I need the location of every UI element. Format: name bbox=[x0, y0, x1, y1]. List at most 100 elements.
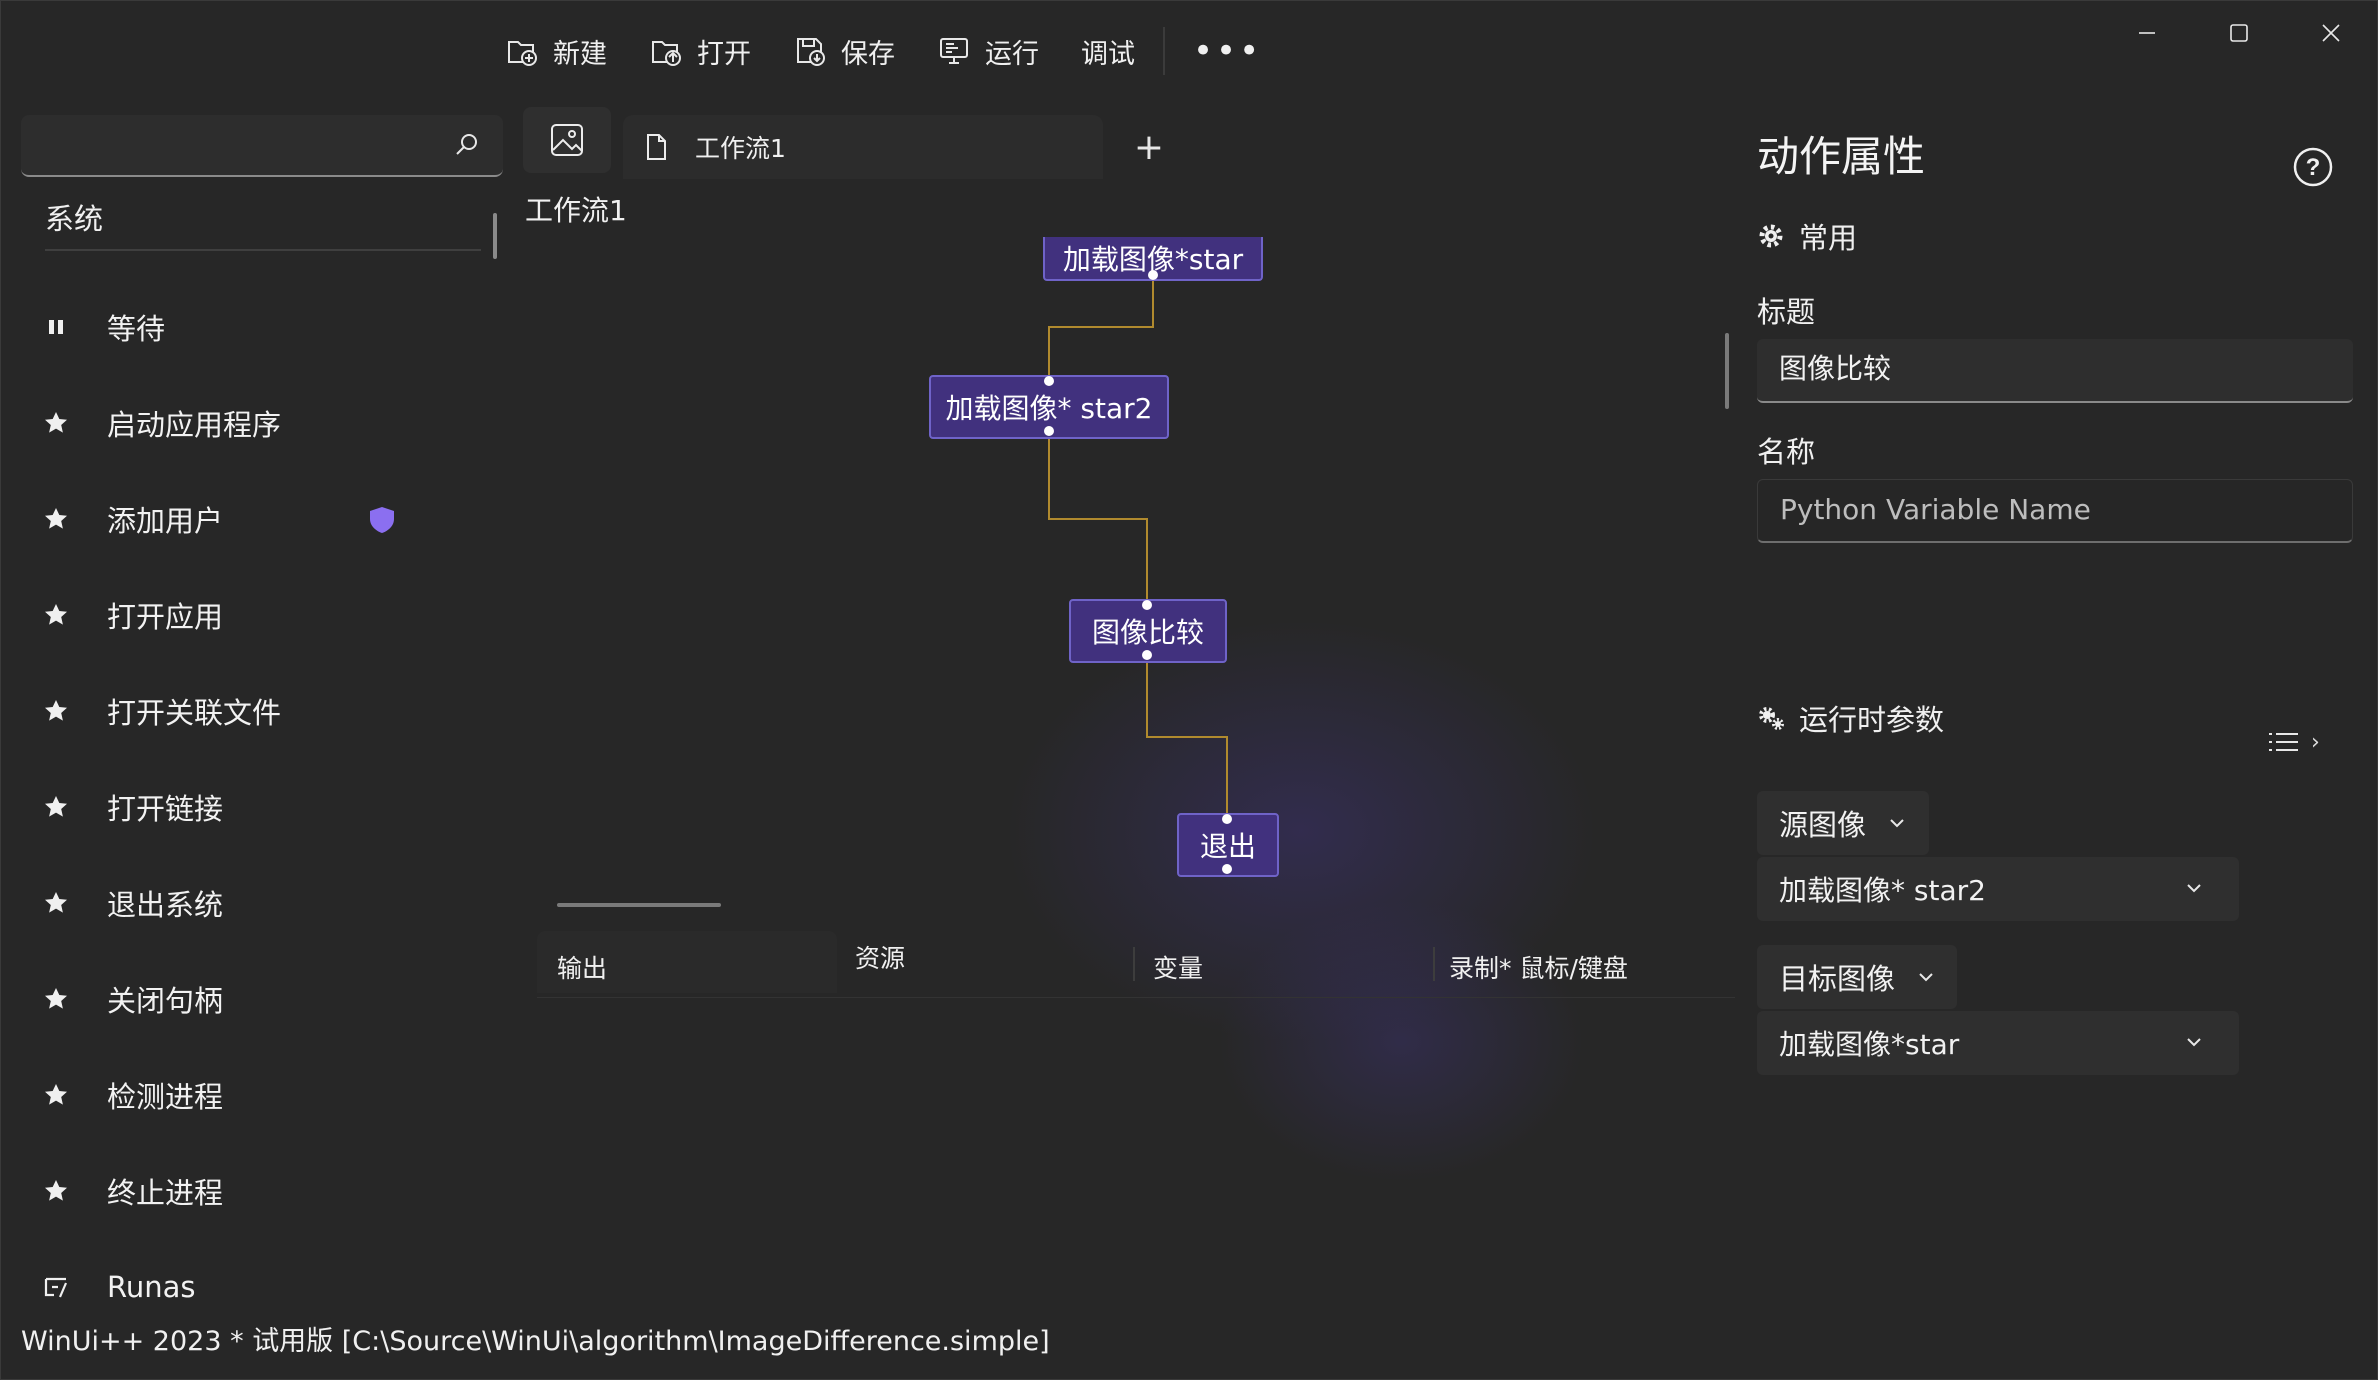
sidebar-item-label: 等待 bbox=[107, 312, 166, 346]
star-icon bbox=[39, 886, 73, 920]
tab-resources[interactable]: 资源 bbox=[837, 931, 1133, 993]
open-button[interactable]: 打开 bbox=[635, 23, 765, 79]
image-icon bbox=[551, 124, 583, 156]
shield-icon bbox=[370, 507, 394, 533]
name-input[interactable]: Python Variable Name bbox=[1757, 479, 2353, 543]
workflow-title: 工作流1 bbox=[525, 194, 627, 227]
list-icon bbox=[2269, 733, 2298, 751]
sidebar-item-open-app[interactable]: 打开应用 bbox=[1, 567, 501, 663]
open-folder-icon bbox=[652, 41, 681, 66]
star-icon bbox=[39, 982, 73, 1016]
maximize-button[interactable] bbox=[2193, 1, 2285, 65]
chevron-down-icon bbox=[2187, 1038, 2201, 1047]
new-file-icon bbox=[508, 41, 537, 66]
sidebar-item-open-link[interactable]: 打开链接 bbox=[1, 759, 501, 855]
sidebar-scrollbar[interactable] bbox=[493, 213, 497, 259]
node-port bbox=[1044, 426, 1054, 436]
pause-icon bbox=[39, 310, 73, 344]
sidebar-item-label: 打开关联文件 bbox=[107, 696, 282, 730]
common-section-header: 常用 bbox=[1757, 215, 1857, 257]
minimize-icon bbox=[2139, 32, 2155, 34]
search-input[interactable] bbox=[21, 115, 503, 177]
document-icon bbox=[647, 134, 666, 160]
source-image-parameter-select[interactable]: 源图像 bbox=[1757, 791, 1929, 855]
target-image-value: 加载图像*star bbox=[1779, 1028, 1960, 1061]
sidebar-item-add-user[interactable]: 添加用户 bbox=[1, 471, 501, 567]
save-button[interactable]: 保存 bbox=[779, 23, 909, 79]
tab-output[interactable]: 输出 bbox=[537, 931, 837, 993]
sidebar-item-launch-app[interactable]: 启动应用程序 bbox=[1, 375, 501, 471]
sidebar-item-label: 终止进程 bbox=[107, 1176, 224, 1210]
tab-record-mouse-keyboard[interactable]: 录制* 鼠标/键盘 bbox=[1435, 931, 1731, 993]
new-button[interactable]: 新建 bbox=[491, 23, 621, 79]
sidebar-item-label: 关闭句柄 bbox=[107, 984, 224, 1018]
sidebar-item-label: 启动应用程序 bbox=[107, 408, 282, 442]
tab-label: 录制* 鼠标/键盘 bbox=[1449, 954, 1628, 983]
node-port bbox=[1148, 270, 1158, 280]
tab-label: 变量 bbox=[1153, 954, 1204, 983]
star-icon bbox=[39, 694, 73, 728]
target-image-label: 目标图像 bbox=[1779, 962, 1896, 996]
parameter-list-toggle[interactable]: › bbox=[2267, 727, 2327, 757]
chevron-down-icon bbox=[2187, 884, 2201, 893]
source-image-value: 加载图像* star2 bbox=[1779, 874, 1986, 907]
gears-icon bbox=[1759, 707, 1784, 730]
bottom-tabs: 输出 资源 变量 录制* 鼠标/键盘 bbox=[537, 931, 1735, 998]
more-button[interactable]: ••• bbox=[1179, 31, 1276, 71]
node-port bbox=[1222, 864, 1232, 874]
debug-button[interactable]: 调试 bbox=[1067, 23, 1149, 79]
save-icon bbox=[797, 38, 825, 66]
target-image-select[interactable]: 加载图像*star bbox=[1757, 1011, 2239, 1075]
node-port bbox=[1044, 376, 1054, 386]
sidebar-item-label: 打开链接 bbox=[107, 792, 224, 826]
category-header[interactable]: 系统 bbox=[45, 197, 481, 251]
sidebar-item-close-handle[interactable]: 关闭句柄 bbox=[1, 951, 501, 1047]
gear-icon bbox=[1759, 224, 1783, 248]
sidebar-item-kill-process[interactable]: 终止进程 bbox=[1, 1143, 501, 1239]
star-icon bbox=[39, 790, 73, 824]
sidebar-item-wait[interactable]: 等待 bbox=[1, 279, 501, 375]
name-label: 名称 bbox=[1757, 435, 1816, 469]
debug-label: 调试 bbox=[1081, 38, 1135, 70]
new-label: 新建 bbox=[553, 38, 607, 70]
tab-label: 资源 bbox=[855, 944, 906, 973]
add-tab-button[interactable]: + bbox=[1127, 123, 1171, 173]
tab-variables[interactable]: 变量 bbox=[1135, 931, 1431, 993]
source-image-select[interactable]: 加载图像* star2 bbox=[1757, 857, 2239, 921]
sidebar-item-label: Runas bbox=[107, 1270, 196, 1304]
workflow-canvas[interactable]: 加载图像*star 加载图像* star2 图像比较 退出 bbox=[521, 231, 1737, 891]
target-image-parameter-select[interactable]: 目标图像 bbox=[1757, 945, 1957, 1009]
close-button[interactable] bbox=[2285, 1, 2377, 65]
title-label: 标题 bbox=[1757, 295, 1816, 329]
title-input[interactable]: 图像比较 bbox=[1757, 339, 2353, 403]
node-port bbox=[1142, 650, 1152, 660]
sidebar-item-exit-system[interactable]: 退出系统 bbox=[1, 855, 501, 951]
properties-title: 动作属性 bbox=[1757, 132, 1926, 181]
sidebar-item-open-associated-file[interactable]: 打开关联文件 bbox=[1, 663, 501, 759]
minimize-button[interactable] bbox=[2101, 1, 2193, 65]
image-tab-button[interactable] bbox=[523, 107, 611, 173]
status-bar: WinUi++ 2023 * 试用版 [C:\Source\WinUi\algo… bbox=[21, 1326, 1050, 1357]
node-port bbox=[1222, 814, 1232, 824]
star-icon bbox=[39, 406, 73, 440]
action-list: 等待 启动应用程序 添加用户 打开应用 打开关联文件 打开链接 退出系统 关闭句… bbox=[1, 279, 501, 1335]
canvas-vertical-scrollbar[interactable] bbox=[1725, 333, 1729, 409]
help-icon[interactable]: ? bbox=[2291, 145, 2335, 189]
runtime-section-header: 运行时参数 bbox=[1757, 697, 1944, 739]
node-port bbox=[1142, 600, 1152, 610]
save-label: 保存 bbox=[841, 38, 895, 70]
tab-label: 输出 bbox=[557, 954, 608, 983]
svg-text:?: ? bbox=[2306, 154, 2321, 181]
star-icon bbox=[39, 598, 73, 632]
tab-label: 工作流1 bbox=[695, 134, 786, 163]
sidebar-item-label: 检测进程 bbox=[107, 1080, 224, 1114]
search-icon bbox=[456, 134, 477, 155]
section-label: 常用 bbox=[1799, 221, 1858, 255]
tab-workflow1[interactable]: 工作流1 bbox=[623, 115, 1103, 179]
run-label: 运行 bbox=[985, 38, 1039, 70]
run-button[interactable]: 运行 bbox=[923, 23, 1053, 79]
canvas-horizontal-scrollbar[interactable] bbox=[557, 903, 721, 907]
sidebar-item-label: 添加用户 bbox=[107, 504, 224, 538]
run-monitor-icon bbox=[940, 38, 968, 64]
sidebar-item-detect-process[interactable]: 检测进程 bbox=[1, 1047, 501, 1143]
